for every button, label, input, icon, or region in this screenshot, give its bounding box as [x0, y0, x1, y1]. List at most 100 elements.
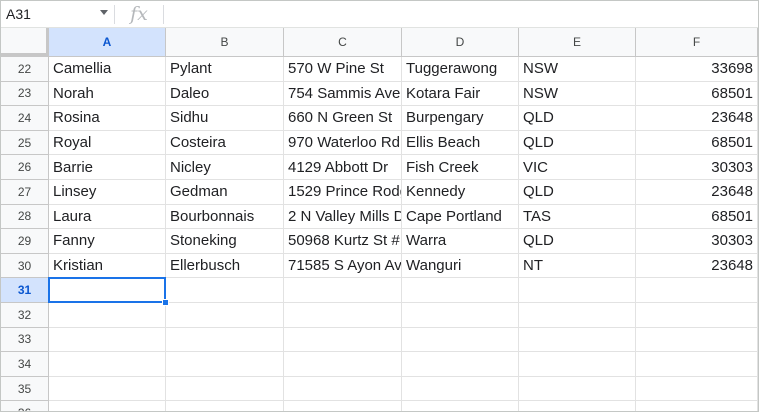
row-header[interactable]: 23 [1, 81, 49, 107]
cell-a30[interactable]: Kristian [49, 253, 166, 279]
column-header-a[interactable]: A [49, 28, 166, 56]
cell-d31[interactable] [402, 278, 519, 303]
cell-c28[interactable]: 2 N Valley Mills Dr [284, 204, 402, 230]
cell-c27[interactable]: 1529 Prince Rodgers Ave [284, 180, 402, 205]
cell-a31[interactable] [49, 278, 166, 303]
cell-a22[interactable]: Camellia [49, 57, 166, 82]
cell-a35[interactable] [49, 376, 166, 402]
row-header[interactable]: 26 [1, 155, 49, 180]
cell-e29[interactable]: QLD [519, 229, 636, 254]
cell-e22[interactable]: NSW [519, 57, 636, 82]
cell-f33[interactable] [636, 327, 758, 353]
cell-f24[interactable]: 23648 [636, 106, 758, 131]
cell-f22[interactable]: 33698 [636, 57, 758, 82]
fill-handle[interactable] [162, 299, 169, 306]
cell-b22[interactable]: Pylant [166, 57, 284, 82]
cell-f28[interactable]: 68501 [636, 204, 758, 230]
cell-c34[interactable] [284, 352, 402, 377]
cell-e25[interactable]: QLD [519, 130, 636, 156]
row-header[interactable]: 27 [1, 180, 49, 205]
cell-d24[interactable]: Burpengary [402, 106, 519, 131]
column-header-c[interactable]: C [284, 28, 402, 56]
cell-a36[interactable] [49, 401, 166, 411]
cell-f34[interactable] [636, 352, 758, 377]
cell-d26[interactable]: Fish Creek [402, 155, 519, 180]
cell-b32[interactable] [166, 303, 284, 328]
cell-d34[interactable] [402, 352, 519, 377]
cell-a28[interactable]: Laura [49, 204, 166, 230]
row-header[interactable]: 35 [1, 376, 49, 402]
cell-a32[interactable] [49, 303, 166, 328]
cell-b29[interactable]: Stoneking [166, 229, 284, 254]
cell-f32[interactable] [636, 303, 758, 328]
cell-d36[interactable] [402, 401, 519, 411]
cell-f27[interactable]: 23648 [636, 180, 758, 205]
cell-f30[interactable]: 23648 [636, 253, 758, 279]
row-header[interactable]: 30 [1, 253, 49, 279]
column-header-f[interactable]: F [636, 28, 758, 56]
cell-b34[interactable] [166, 352, 284, 377]
cell-c32[interactable] [284, 303, 402, 328]
cell-b30[interactable]: Ellerbusch [166, 253, 284, 279]
cell-e31[interactable] [519, 278, 636, 303]
row-header[interactable]: 32 [1, 303, 49, 328]
cell-b35[interactable] [166, 376, 284, 402]
cell-f25[interactable]: 68501 [636, 130, 758, 156]
row-header[interactable]: 24 [1, 106, 49, 131]
cell-e24[interactable]: QLD [519, 106, 636, 131]
column-header-b[interactable]: B [166, 28, 284, 56]
row-header[interactable]: 31 [1, 278, 49, 303]
cell-a24[interactable]: Rosina [49, 106, 166, 131]
cell-d23[interactable]: Kotara Fair [402, 81, 519, 107]
select-all-corner[interactable] [1, 28, 49, 56]
cell-c30[interactable]: 71585 S Ayon Ave [284, 253, 402, 279]
cell-d30[interactable]: Wanguri [402, 253, 519, 279]
cell-d29[interactable]: Warra [402, 229, 519, 254]
cell-b23[interactable]: Daleo [166, 81, 284, 107]
cell-e35[interactable] [519, 376, 636, 402]
cell-c36[interactable] [284, 401, 402, 411]
row-header[interactable]: 34 [1, 352, 49, 377]
cell-a23[interactable]: Norah [49, 81, 166, 107]
cell-b24[interactable]: Sidhu [166, 106, 284, 131]
cell-a27[interactable]: Linsey [49, 180, 166, 205]
cell-c29[interactable]: 50968 Kurtz St # [284, 229, 402, 254]
cell-b33[interactable] [166, 327, 284, 353]
cell-d25[interactable]: Ellis Beach [402, 130, 519, 156]
cell-a29[interactable]: Fanny [49, 229, 166, 254]
cell-d35[interactable] [402, 376, 519, 402]
cell-e26[interactable]: VIC [519, 155, 636, 180]
cell-d27[interactable]: Kennedy [402, 180, 519, 205]
cell-e23[interactable]: NSW [519, 81, 636, 107]
cell-f35[interactable] [636, 376, 758, 402]
cell-c23[interactable]: 754 Sammis Ave [284, 81, 402, 107]
cell-a33[interactable] [49, 327, 166, 353]
cell-e34[interactable] [519, 352, 636, 377]
row-header[interactable]: 22 [1, 57, 49, 82]
cell-c33[interactable] [284, 327, 402, 353]
cell-f36[interactable] [636, 401, 758, 411]
cell-b36[interactable] [166, 401, 284, 411]
chevron-down-icon[interactable] [100, 10, 108, 15]
cell-a34[interactable] [49, 352, 166, 377]
cell-a26[interactable]: Barrie [49, 155, 166, 180]
cell-d22[interactable]: Tuggerawong [402, 57, 519, 82]
cell-c25[interactable]: 970 Waterloo Rd [284, 130, 402, 156]
cell-e32[interactable] [519, 303, 636, 328]
cell-b28[interactable]: Bourbonnais [166, 204, 284, 230]
cell-b27[interactable]: Gedman [166, 180, 284, 205]
cell-b26[interactable]: Nicley [166, 155, 284, 180]
cell-e28[interactable]: TAS [519, 204, 636, 230]
cell-b25[interactable]: Costeira [166, 130, 284, 156]
column-header-d[interactable]: D [402, 28, 519, 56]
cell-d28[interactable]: Cape Portland [402, 204, 519, 230]
cell-c24[interactable]: 660 N Green St [284, 106, 402, 131]
cell-c22[interactable]: 570 W Pine St [284, 57, 402, 82]
cell-a25[interactable]: Royal [49, 130, 166, 156]
name-box[interactable]: A31 [1, 1, 114, 27]
cell-c35[interactable] [284, 376, 402, 402]
row-header[interactable]: 25 [1, 130, 49, 156]
cell-d32[interactable] [402, 303, 519, 328]
cell-e27[interactable]: QLD [519, 180, 636, 205]
cell-d33[interactable] [402, 327, 519, 353]
